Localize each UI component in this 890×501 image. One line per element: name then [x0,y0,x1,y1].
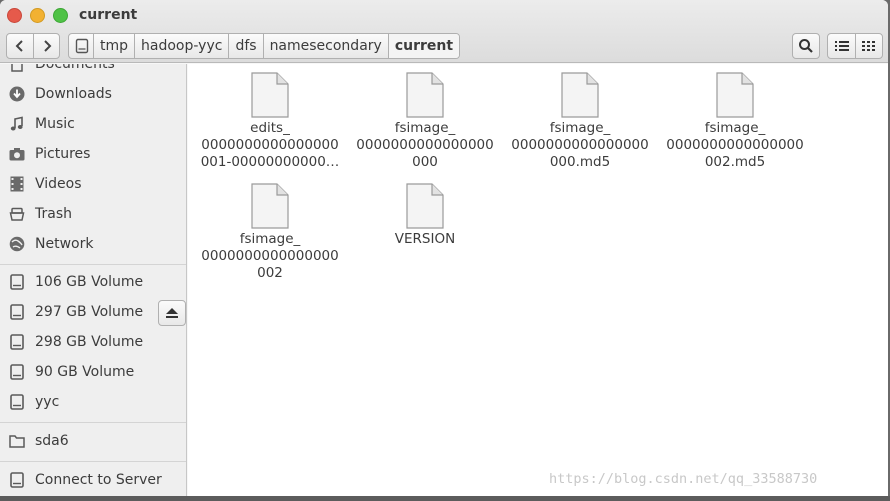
breadcrumb-current[interactable]: current [387,34,460,58]
drive-icon [8,393,26,411]
file-name: fsimage_ 0000000000000000 000.md5 [511,120,649,170]
breadcrumb: tmp hadoop-yyc dfs namesecondary current [68,33,461,59]
film-icon [8,175,26,193]
sidebar-item-label: Connect to Server [35,472,162,488]
sidebar-item-label: 297 GB Volume [35,304,144,320]
breadcrumb-item[interactable]: namesecondary [262,34,388,58]
eject-icon [166,308,178,318]
close-window-button[interactable] [7,8,22,23]
window-title: current [79,7,138,23]
forward-button[interactable] [33,34,59,58]
sidebar-item-label: 298 GB Volume [35,334,144,350]
breadcrumb-item[interactable]: hadoop-yyc [134,34,228,58]
drive-icon [8,363,26,381]
sidebar-separator [0,264,186,265]
file-name: edits_ 0000000000000000 001-00000000000… [200,120,340,170]
chevron-right-icon [43,40,51,52]
sidebar-item-videos[interactable]: Videos [0,170,186,198]
sidebar-item-298gb-volume[interactable]: 298 GB Volume [0,328,186,356]
breadcrumb-item[interactable]: tmp [93,34,134,58]
sidebar-item-network[interactable]: Network [0,230,186,258]
trash-icon [8,205,26,223]
drive-icon [8,273,26,291]
window-controls [7,8,68,23]
back-button[interactable] [7,34,33,58]
drive-icon [75,38,89,54]
watermark: https://blog.csdn.net/qq_33588730 [549,471,818,487]
sidebar-item-label: yyc [35,394,60,410]
sidebar-item-downloads[interactable]: Downloads [0,80,186,108]
sidebar-item-yyc[interactable]: yyc [0,388,186,416]
file-manager-window: current tmp hadoop-yyc dfs namesecondary… [0,0,888,496]
file-name: fsimage_ 0000000000000000 002 [201,231,339,281]
maximize-window-button[interactable] [53,8,68,23]
document-icon [251,72,289,118]
folder-icon [8,432,26,450]
sidebar-separator [0,461,186,462]
file-item[interactable]: VERSION [355,183,495,248]
chevron-left-icon [15,40,23,52]
document-icon [406,183,444,229]
desktop-bottom-edge [0,496,890,501]
music-icon [8,115,26,133]
sidebar-item-label: sda6 [35,433,69,449]
document-icon [406,72,444,118]
server-icon [8,471,26,489]
search-button[interactable] [792,33,820,59]
file-item[interactable]: fsimage_ 0000000000000000 002.md5 [665,72,805,171]
eject-button[interactable] [158,300,186,326]
minimize-window-button[interactable] [30,8,45,23]
sidebar-item-label: Music [35,116,75,132]
sidebar-item-label: Pictures [35,146,91,162]
sidebar-item-connect-to-server[interactable]: Connect to Server [0,466,186,494]
sidebar-item-label: 90 GB Volume [35,364,135,380]
breadcrumb-root-drive[interactable] [69,34,93,58]
header-bar: current tmp hadoop-yyc dfs namesecondary… [0,0,888,63]
breadcrumb-item[interactable]: dfs [228,34,262,58]
sidebar: Documents Downloads Music Pictures Video… [0,64,187,496]
download-icon [8,85,26,103]
document-icon [561,72,599,118]
view-toggle [827,33,883,59]
list-view-button[interactable] [828,34,855,58]
file-item[interactable]: fsimage_ 0000000000000000 000.md5 [510,72,650,171]
file-name: fsimage_ 0000000000000000 000 [356,120,494,170]
sidebar-item-pictures[interactable]: Pictures [0,140,186,168]
grid-icon [862,41,875,51]
file-item[interactable]: fsimage_ 0000000000000000 000 [355,72,495,171]
file-name: VERSION [394,231,456,247]
camera-icon [8,145,26,163]
sidebar-item-90gb-volume[interactable]: 90 GB Volume [0,358,186,386]
history-nav [6,33,60,59]
grid-view-button[interactable] [855,34,882,58]
document-icon [251,183,289,229]
file-name: fsimage_ 0000000000000000 002.md5 [666,120,804,170]
sidebar-item-label: Network [35,236,94,252]
documents-icon [8,64,26,73]
sidebar-item-music[interactable]: Music [0,110,186,138]
sidebar-item-documents[interactable]: Documents [0,64,186,78]
document-icon [716,72,754,118]
sidebar-separator [0,422,186,423]
file-item[interactable]: fsimage_ 0000000000000000 002 [200,183,340,282]
sidebar-item-label: Documents [35,64,115,72]
drive-icon [8,333,26,351]
sidebar-item-sda6[interactable]: sda6 [0,427,186,455]
network-icon [8,235,26,253]
sidebar-item-106gb-volume[interactable]: 106 GB Volume [0,268,186,296]
search-icon [799,39,813,53]
sidebar-item-label: 106 GB Volume [35,274,144,290]
file-view: edits_ 0000000000000000 001-00000000000…… [188,64,888,496]
drive-icon [8,303,26,321]
list-icon [834,41,849,51]
sidebar-item-label: Downloads [35,86,112,102]
sidebar-item-label: Videos [35,176,82,192]
sidebar-item-trash[interactable]: Trash [0,200,186,228]
sidebar-item-label: Trash [35,206,72,222]
file-item[interactable]: edits_ 0000000000000000 001-00000000000… [200,72,340,171]
